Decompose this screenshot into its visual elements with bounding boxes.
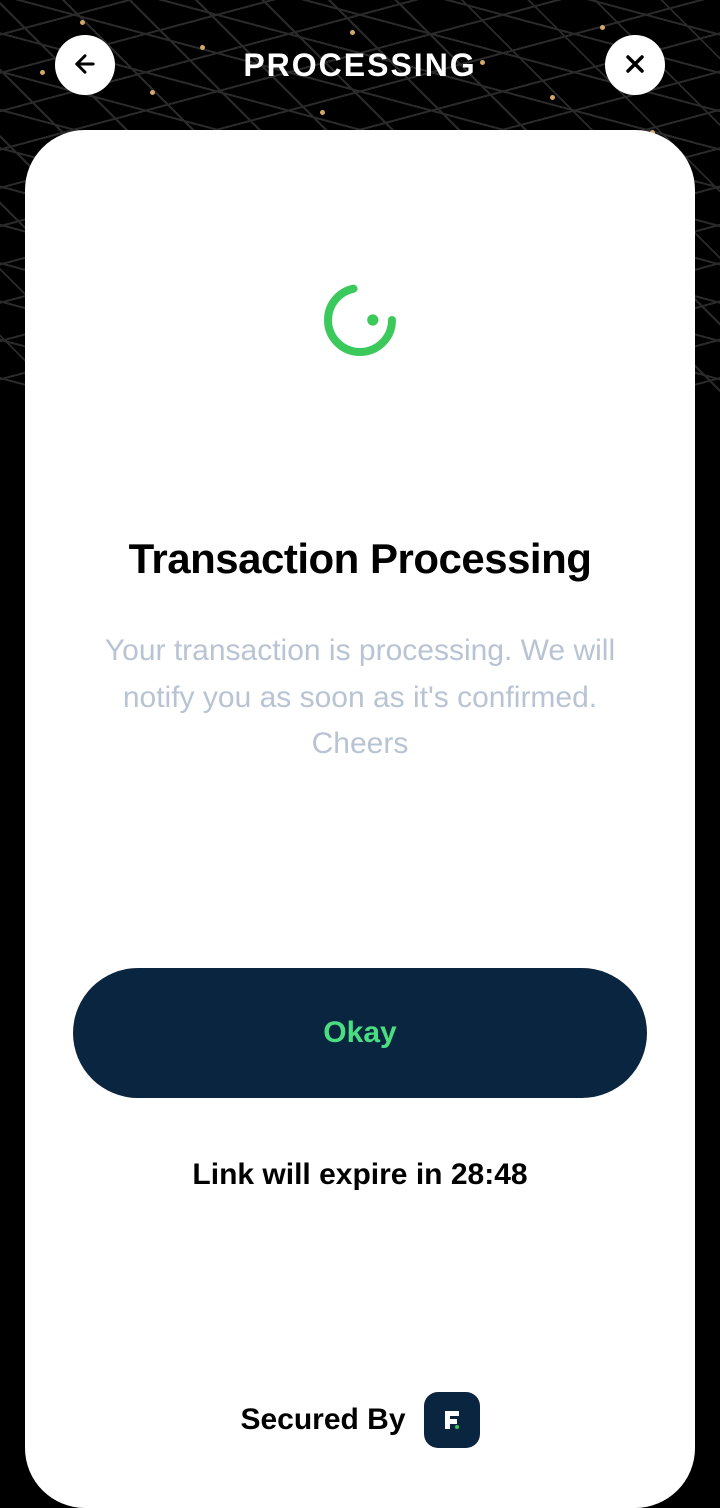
expire-prefix: Link will expire in bbox=[192, 1158, 450, 1191]
header-title: PROCESSING bbox=[243, 47, 476, 84]
back-button[interactable] bbox=[55, 35, 115, 95]
card-title: Transaction Processing bbox=[129, 535, 592, 583]
loading-spinner-icon bbox=[320, 347, 400, 364]
expire-notice: Link will expire in 28:48 bbox=[192, 1158, 527, 1192]
okay-button[interactable]: Okay bbox=[73, 968, 647, 1098]
spinner-container bbox=[320, 280, 400, 365]
card-subtitle: Your transaction is processing. We will … bbox=[90, 628, 630, 768]
secured-label: Secured By bbox=[240, 1403, 405, 1437]
expire-timer: 28:48 bbox=[451, 1158, 528, 1191]
header: PROCESSING bbox=[0, 0, 720, 130]
processing-card: Transaction Processing Your transaction … bbox=[25, 130, 695, 1508]
brand-logo-icon bbox=[424, 1392, 480, 1448]
close-icon bbox=[621, 50, 649, 81]
secured-by: Secured By bbox=[240, 1392, 479, 1448]
close-button[interactable] bbox=[605, 35, 665, 95]
arrow-left-icon bbox=[71, 50, 99, 81]
